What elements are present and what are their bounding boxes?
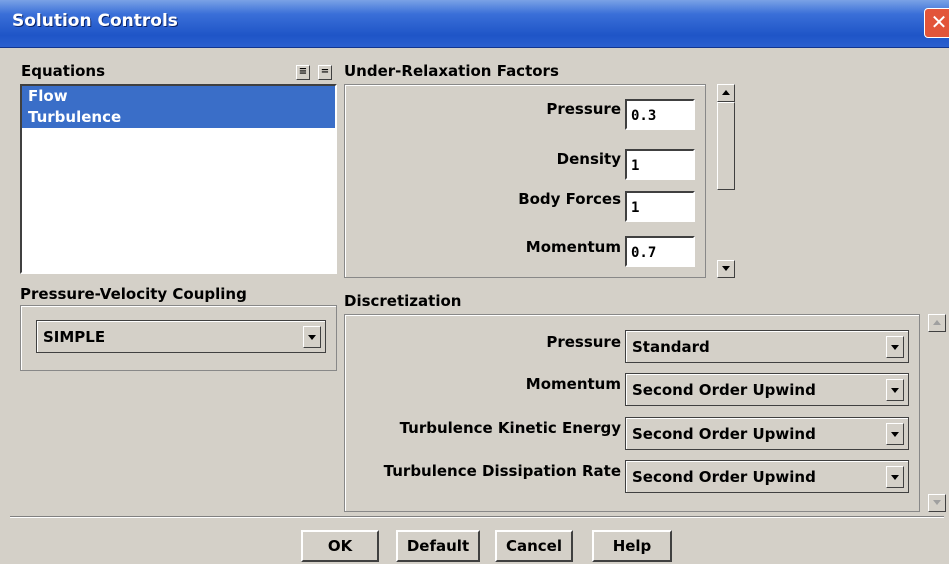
coupling-label: Pressure-Velocity Coupling — [20, 285, 247, 303]
scroll-thumb[interactable] — [717, 102, 735, 190]
help-button[interactable]: Help — [592, 530, 672, 562]
separator — [10, 516, 944, 518]
dropdown-arrow-icon[interactable] — [886, 466, 904, 488]
disc-momentum-select[interactable]: Second Order Upwind — [625, 373, 909, 406]
urf-momentum-input[interactable]: 0.7 — [625, 236, 695, 267]
urf-pressure-label: Pressure — [546, 100, 621, 118]
title-bar: Solution Controls ✕ — [0, 0, 949, 48]
disc-tdr-label: Turbulence Dissipation Rate — [383, 462, 621, 480]
scroll-down-icon[interactable] — [717, 260, 735, 278]
cancel-button[interactable]: Cancel — [495, 530, 573, 562]
list-multi-select-icon[interactable]: ≡ — [296, 65, 310, 80]
disc-tdr-select[interactable]: Second Order Upwind — [625, 460, 909, 493]
scroll-up-icon[interactable] — [717, 84, 735, 102]
disc-tke-value: Second Order Upwind — [632, 425, 816, 443]
under-relaxation-scrollbar[interactable] — [717, 84, 735, 278]
urf-density-label: Density — [556, 150, 621, 168]
disc-pressure-value: Standard — [632, 338, 710, 356]
disc-pressure-select[interactable]: Standard — [625, 330, 909, 363]
scroll-up-icon[interactable] — [928, 314, 946, 332]
list-single-select-icon[interactable]: = — [318, 65, 332, 80]
default-button[interactable]: Default — [396, 530, 480, 562]
disc-momentum-label: Momentum — [525, 375, 621, 393]
close-icon[interactable]: ✕ — [924, 8, 949, 38]
dropdown-arrow-icon[interactable] — [886, 379, 904, 401]
dropdown-arrow-icon[interactable] — [303, 326, 321, 348]
coupling-select[interactable]: SIMPLE — [36, 320, 326, 353]
window-title: Solution Controls — [12, 11, 178, 31]
under-relaxation-label: Under-Relaxation Factors — [344, 62, 559, 80]
equations-list[interactable]: Flow Turbulence — [20, 84, 337, 274]
equations-label: Equations — [21, 62, 106, 80]
dropdown-arrow-icon[interactable] — [886, 336, 904, 358]
list-item[interactable]: Flow — [22, 86, 335, 107]
urf-body-forces-input[interactable]: 1 — [625, 191, 695, 222]
coupling-value: SIMPLE — [43, 328, 106, 346]
dropdown-arrow-icon[interactable] — [886, 423, 904, 445]
disc-tke-select[interactable]: Second Order Upwind — [625, 417, 909, 450]
urf-momentum-label: Momentum — [525, 238, 621, 256]
scroll-down-icon[interactable] — [928, 494, 946, 512]
list-item[interactable]: Turbulence — [22, 107, 335, 128]
urf-density-input[interactable]: 1 — [625, 149, 695, 180]
urf-pressure-input[interactable]: 0.3 — [625, 99, 695, 130]
urf-body-forces-label: Body Forces — [518, 190, 621, 208]
disc-tke-label: Turbulence Kinetic Energy — [399, 419, 621, 437]
discretization-label: Discretization — [344, 292, 462, 310]
ok-button[interactable]: OK — [301, 530, 379, 562]
disc-tdr-value: Second Order Upwind — [632, 468, 816, 486]
disc-momentum-value: Second Order Upwind — [632, 381, 816, 399]
discretization-scrollbar[interactable] — [928, 314, 946, 512]
disc-pressure-label: Pressure — [546, 333, 621, 351]
